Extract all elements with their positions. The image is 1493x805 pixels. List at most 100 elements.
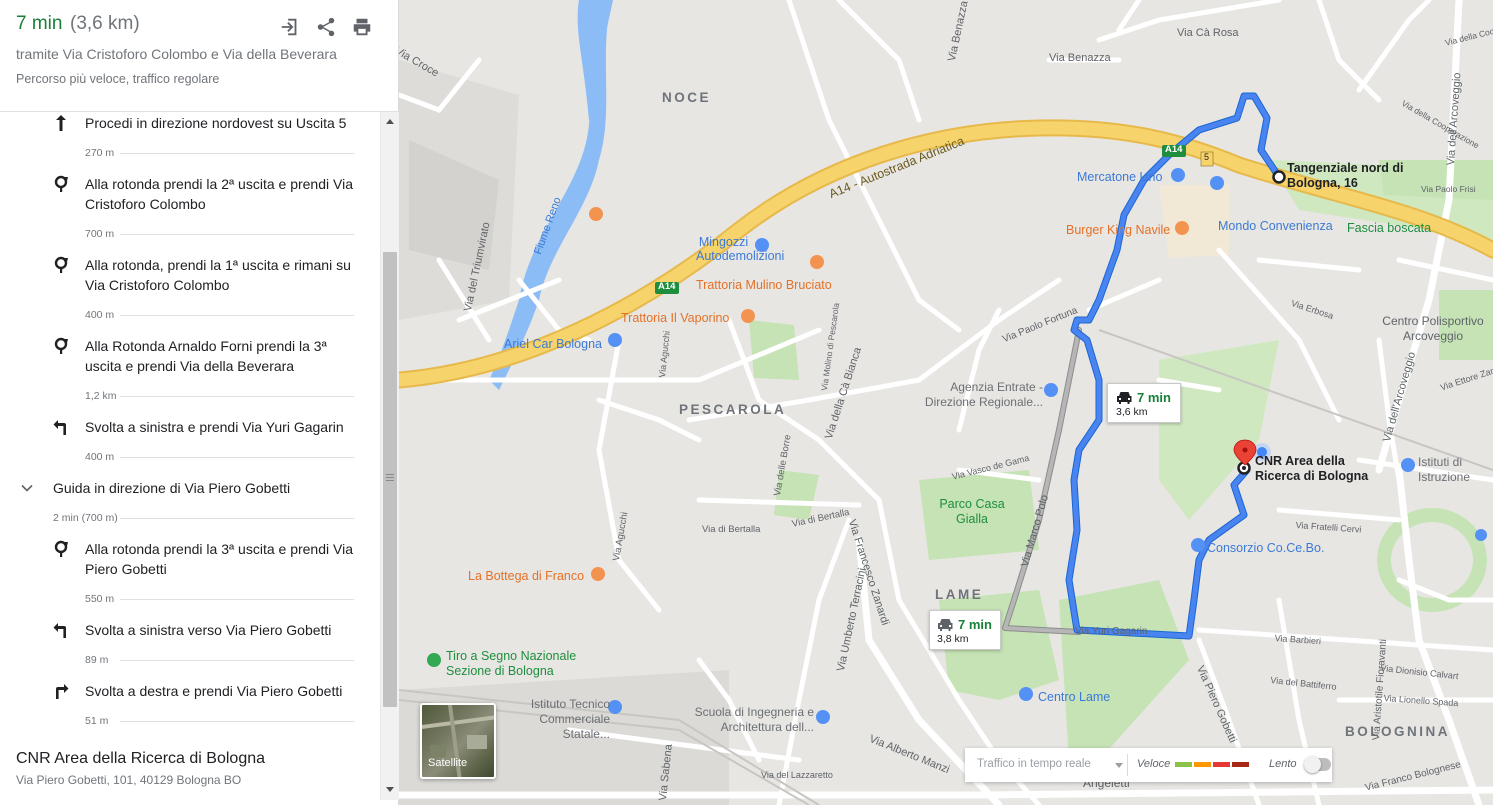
direction-group-toggle[interactable]: Guida in direzione di Via Piero Gobetti … bbox=[0, 477, 380, 538]
direction-step[interactable]: Procedi in direzione nordovest su Uscita… bbox=[0, 112, 380, 173]
direction-step[interactable]: Svolta a sinistra e prendi Via Yuri Gaga… bbox=[0, 416, 380, 477]
roundabout-icon bbox=[52, 337, 70, 355]
direction-step[interactable]: Alla Rotonda Arnaldo Forni prendi la 3ª … bbox=[0, 335, 380, 416]
traffic-legend: Traffico in tempo reale Veloce Lento bbox=[965, 748, 1332, 782]
traffic-color-medium bbox=[1194, 762, 1211, 767]
street-label: Via Yuri Gagarin bbox=[1075, 626, 1148, 637]
poi-label[interactable]: Trattoria Mulino Bruciato bbox=[696, 278, 832, 292]
send-to-device-icon bbox=[281, 18, 297, 36]
scroll-down-arrow[interactable] bbox=[386, 787, 394, 792]
step-instruction: Alla Rotonda Arnaldo Forni prendi la 3ª … bbox=[85, 338, 327, 374]
highway-shield: A14 bbox=[1165, 144, 1183, 155]
scroll-thumb[interactable] bbox=[383, 252, 397, 707]
exit-number: 5 bbox=[1204, 152, 1210, 162]
dropdown-arrow-icon[interactable] bbox=[1115, 763, 1123, 768]
route-status: Percorso più veloce, traffico regolare bbox=[16, 72, 220, 86]
poi-label[interactable]: Parco Casa Gialla bbox=[937, 497, 1007, 527]
poi-label[interactable]: Trattoria Il Vaporino bbox=[621, 311, 729, 325]
route-time-box-main[interactable]: 7 min 3,6 km bbox=[1107, 383, 1181, 423]
street-label: Via Cà Rosa bbox=[1177, 27, 1239, 39]
step-divider bbox=[120, 153, 354, 154]
poi-label[interactable]: Fascia boscata bbox=[1347, 221, 1431, 235]
step-distance: 51 m bbox=[85, 715, 109, 727]
poi-label[interactable]: Ariel Car Bologna bbox=[504, 337, 602, 351]
poi-label[interactable]: Centro Lame bbox=[1038, 690, 1110, 704]
poi-label[interactable]: La Bottega di Franco bbox=[468, 569, 584, 583]
step-divider bbox=[120, 721, 354, 722]
route-distance: 3,8 km bbox=[937, 633, 969, 645]
group-summary: 2 min (700 m) bbox=[53, 512, 118, 524]
route-distance: 3,6 km bbox=[1116, 406, 1148, 418]
area-label: BOLOGNINA bbox=[1345, 724, 1450, 739]
roundabout-icon bbox=[52, 175, 70, 193]
poi-label[interactable]: Agenzia Entrate - Direzione Regionale... bbox=[917, 380, 1043, 410]
poi-label[interactable]: Burger King Navile bbox=[1066, 223, 1170, 237]
area-label: NOCE bbox=[662, 90, 712, 105]
step-divider bbox=[120, 457, 354, 458]
route-end-label[interactable]: CNR Area della Ricerca di Bologna bbox=[1255, 454, 1385, 484]
directions-panel: 7 min (3,6 km) tramite Via Cristoforo Co… bbox=[0, 0, 399, 805]
highway-shield: A14 bbox=[658, 281, 676, 292]
step-divider bbox=[120, 660, 354, 661]
destination-card[interactable]: CNR Area della Ricerca di Bologna Via Pi… bbox=[0, 742, 380, 805]
share-icon bbox=[317, 17, 335, 37]
street-label: Via del Lazzaretto bbox=[761, 770, 833, 780]
roundabout-icon bbox=[52, 256, 70, 274]
turn-left-icon bbox=[52, 418, 70, 436]
turn-right-icon bbox=[52, 682, 70, 700]
poi-label[interactable]: Centro Polisportivo Arcoveggio bbox=[1372, 314, 1493, 344]
poi-label[interactable]: Istituto Tecnico Commerciale Statale... bbox=[495, 697, 610, 742]
direction-step[interactable]: Alla rotonda prendi la 3ª uscita e prend… bbox=[0, 538, 380, 619]
step-instruction: Alla rotonda prendi la 2ª uscita e prend… bbox=[85, 176, 353, 212]
send-to-device-button[interactable] bbox=[279, 16, 303, 40]
print-button[interactable] bbox=[351, 16, 375, 40]
roundabout-icon bbox=[52, 540, 70, 558]
route-start-marker[interactable] bbox=[1272, 170, 1286, 184]
satellite-toggle[interactable]: Satellite bbox=[420, 703, 496, 779]
street-label: Via Benazza bbox=[1049, 52, 1111, 64]
step-distance: 1,2 km bbox=[85, 390, 117, 402]
poi-label[interactable]: Tiro a Segno Nazionale Sezione di Bologn… bbox=[446, 649, 596, 679]
direction-step[interactable]: Alla rotonda prendi la 2ª uscita e prend… bbox=[0, 173, 380, 254]
maps-app: 7 min (3,6 km) tramite Via Cristoforo Co… bbox=[0, 0, 1493, 805]
step-distance: 550 m bbox=[85, 593, 115, 605]
step-instruction: Alla rotonda prendi la 3ª uscita e prend… bbox=[85, 541, 353, 577]
step-instruction: Svolta a destra e prendi Via Piero Gobet… bbox=[85, 683, 343, 699]
traffic-color-slow bbox=[1213, 762, 1230, 767]
poi-label[interactable]: Consorzio Co.Ce.Bo. bbox=[1207, 541, 1324, 555]
route-distance: (3,6 km) bbox=[70, 13, 140, 34]
live-traffic-dropdown[interactable]: Traffico in tempo reale bbox=[977, 758, 1091, 770]
print-icon bbox=[353, 18, 371, 36]
direction-step[interactable]: Alla rotonda, prendi la 1ª uscita e rima… bbox=[0, 254, 380, 335]
poi-label[interactable]: Mercatone Uno bbox=[1077, 170, 1162, 184]
destination-address: Via Piero Gobetti, 101, 40129 Bologna BO bbox=[16, 773, 242, 787]
poi-label[interactable]: Mingozzi Autodemolizioni bbox=[696, 235, 784, 263]
share-button[interactable] bbox=[315, 16, 339, 40]
car-icon bbox=[1117, 392, 1132, 404]
traffic-toggle[interactable] bbox=[1304, 756, 1331, 773]
directions-scrollbar[interactable] bbox=[380, 112, 399, 800]
route-time: 7 min bbox=[958, 617, 992, 632]
street-label: Via di Bertalla bbox=[702, 524, 761, 535]
step-instruction: Svolta a sinistra verso Via Piero Gobett… bbox=[85, 622, 332, 638]
step-distance: 89 m bbox=[85, 654, 109, 666]
step-instruction: Alla rotonda, prendi la 1ª uscita e rima… bbox=[85, 257, 351, 293]
chevron-down-icon bbox=[21, 484, 33, 492]
traffic-slow-label: Lento bbox=[1269, 758, 1297, 770]
map-canvas[interactable]: NOCE PESCAROLA LAME BOLOGNINA Via Cà Ros… bbox=[393, 0, 1493, 805]
poi-label[interactable]: Istituti di Istruzione Superiore Aldini bbox=[1418, 455, 1493, 487]
traffic-color-very-slow bbox=[1232, 762, 1249, 767]
traffic-fast-label: Veloce bbox=[1137, 758, 1171, 770]
group-title: Guida in direzione di Via Piero Gobetti bbox=[53, 480, 291, 496]
route-start-label[interactable]: Tangenziale nord di Bologna, 16 bbox=[1287, 161, 1407, 191]
direction-step[interactable]: Svolta a destra e prendi Via Piero Gobet… bbox=[0, 680, 380, 741]
directions-list: Procedi in direzione nordovest su Uscita… bbox=[0, 112, 380, 742]
scroll-up-arrow[interactable] bbox=[386, 119, 394, 124]
poi-label[interactable]: Scuola di Ingegneria e Architettura dell… bbox=[689, 705, 814, 735]
route-time-box-alt[interactable]: 7 min 3,8 km bbox=[929, 610, 1001, 650]
turn-left-icon bbox=[52, 621, 70, 639]
poi-label[interactable]: Mondo Convenienza bbox=[1218, 219, 1333, 233]
direction-step[interactable]: Svolta a sinistra verso Via Piero Gobett… bbox=[0, 619, 380, 680]
step-instruction: Procedi in direzione nordovest su Uscita… bbox=[85, 115, 347, 131]
street-label: Via Paolo Frisi bbox=[1421, 184, 1476, 194]
